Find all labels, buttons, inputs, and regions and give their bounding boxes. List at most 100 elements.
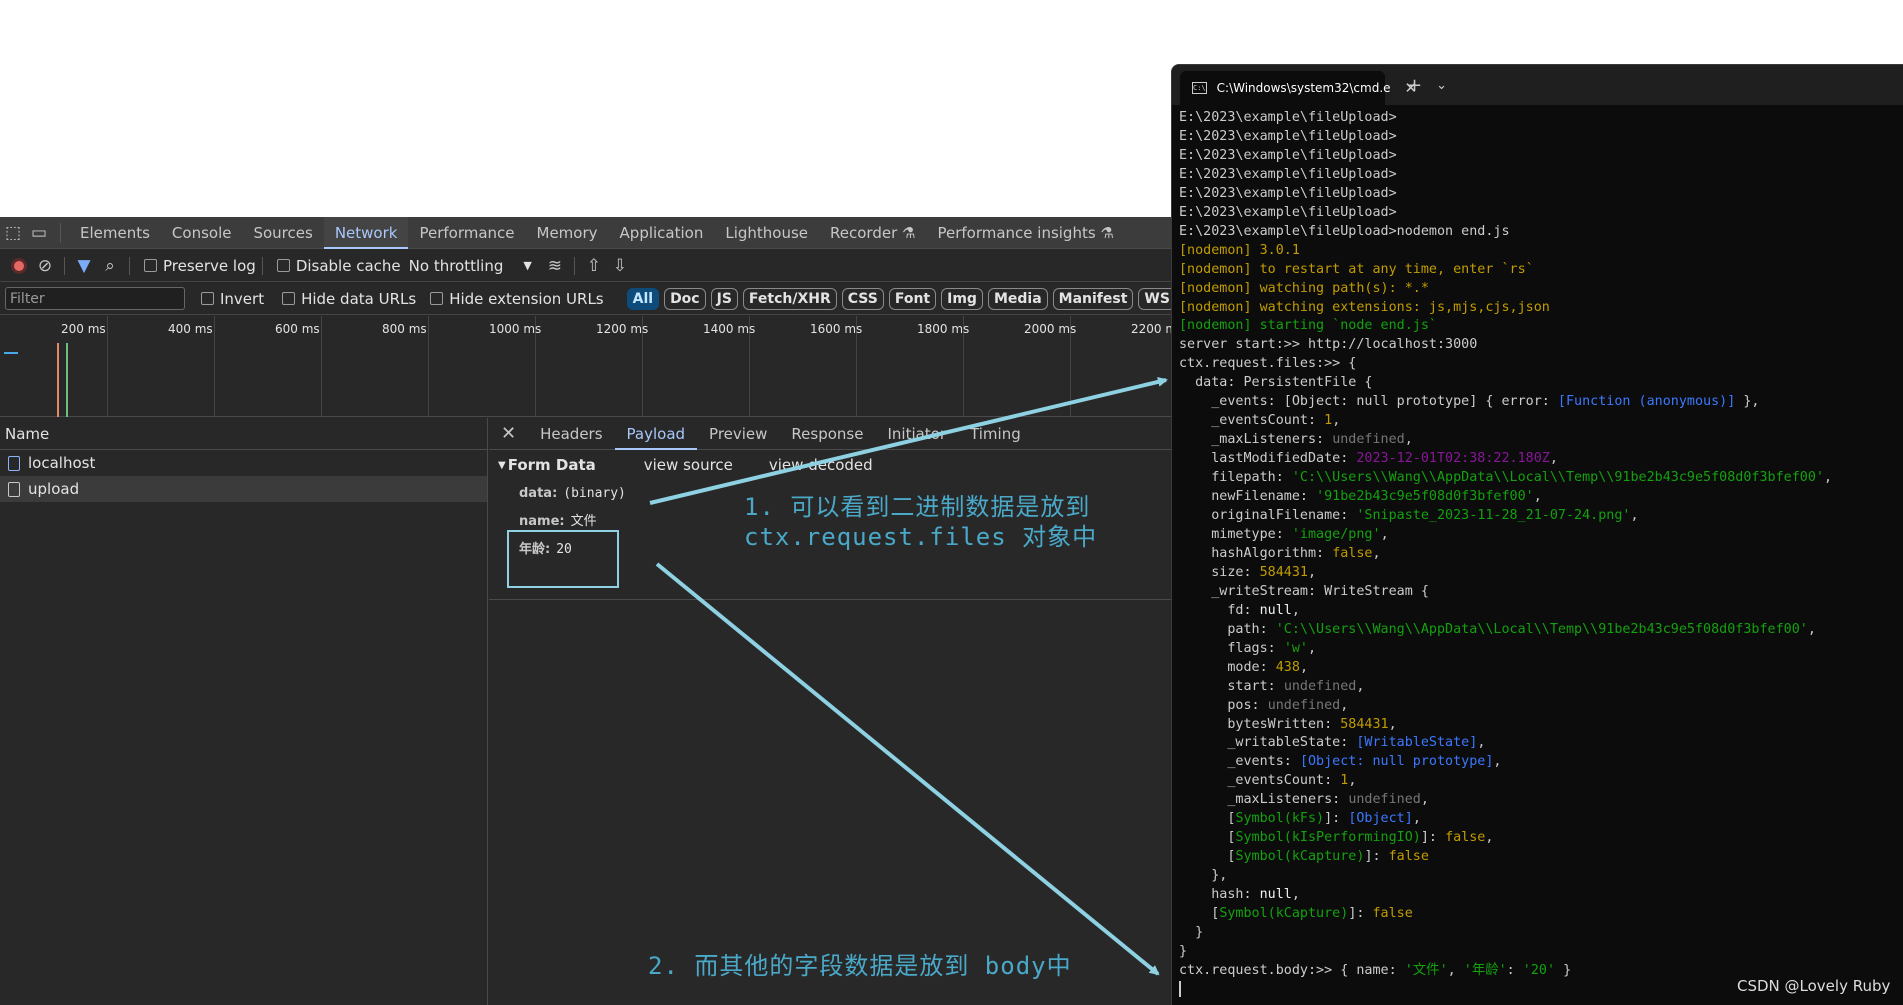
filter-chip-all[interactable]: All xyxy=(626,287,660,310)
terminal-text: hashAlgorithm: xyxy=(1179,545,1333,561)
detail-tab-headers[interactable]: Headers xyxy=(528,418,614,450)
search-icon[interactable]: ⌕ xyxy=(97,250,123,282)
hide-data-urls-checkbox[interactable]: Hide data URLs xyxy=(282,290,416,308)
terminal-line: } xyxy=(1179,924,1903,943)
terminal-text: _writableState: xyxy=(1179,735,1357,751)
tab-recorder[interactable]: Recorder ⚗ xyxy=(819,217,926,249)
terminal-text: 2023-12-01T02:38:22.180Z xyxy=(1356,451,1550,467)
request-row[interactable]: upload xyxy=(0,476,487,502)
network-filter-bar: Invert Hide data URLs Hide extension URL… xyxy=(0,283,1175,315)
terminal-text: , xyxy=(1485,830,1494,846)
filter-input[interactable] xyxy=(5,287,185,310)
terminal-output[interactable]: E:\2023\example\fileUpload> E:\2023\examp… xyxy=(1172,105,1903,1000)
filter-chip-doc[interactable]: Doc xyxy=(664,287,706,310)
terminal-line: _maxListeners: undefined, xyxy=(1179,791,1903,810)
timeline-tick-label: 1600 ms xyxy=(810,322,863,336)
tab-console[interactable]: Console xyxy=(161,217,243,249)
terminal-text: , xyxy=(1549,451,1558,467)
devtools-tabs: Elements Console Sources Network Performance… xyxy=(69,217,1125,249)
document-icon xyxy=(8,455,20,471)
record-stop-icon[interactable] xyxy=(6,250,32,282)
terminal-line: pos: undefined, xyxy=(1179,697,1903,716)
timeline-gridline xyxy=(428,316,429,417)
import-har-icon[interactable]: ⇧ xyxy=(581,250,607,282)
tab-elements[interactable]: Elements xyxy=(69,217,161,249)
invert-checkbox[interactable]: Invert xyxy=(201,290,264,308)
devtools-tab-bar: ⬚ ▭ Elements Console Sources Network Perform… xyxy=(0,217,1175,249)
terminal-text: E:\2023\example\fileUpload> xyxy=(1179,110,1397,125)
hide-extension-urls-checkbox[interactable]: Hide extension URLs xyxy=(430,290,604,308)
name-column-header[interactable]: Name xyxy=(0,418,487,450)
terminal-text: , xyxy=(1388,716,1397,732)
terminal-text: , xyxy=(1807,621,1816,637)
filter-chip-media[interactable]: Media xyxy=(987,287,1048,310)
filter-chip-fetch-xhr[interactable]: Fetch/XHR xyxy=(742,287,837,310)
view-decoded-link[interactable]: view decoded xyxy=(769,456,873,474)
request-row[interactable]: localhost xyxy=(0,450,487,476)
terminal-text: undefined xyxy=(1267,697,1341,713)
terminal-line: filepath: 'C:\\Users\\Wang\\AppData\\Loc… xyxy=(1179,469,1903,488)
payload-divider xyxy=(489,599,1175,600)
clear-icon[interactable]: ⊘ xyxy=(32,250,58,282)
terminal-text: _maxListeners: xyxy=(1179,432,1333,448)
detail-tab-timing[interactable]: Timing xyxy=(958,418,1033,450)
terminal-text: null xyxy=(1259,602,1292,618)
checkbox-icon xyxy=(282,292,296,305)
close-icon[interactable]: ✕ xyxy=(489,423,528,444)
filter-icon[interactable]: ▼ xyxy=(71,250,97,282)
filter-chip-img[interactable]: Img xyxy=(941,287,983,310)
timeline-load-marker xyxy=(57,343,59,417)
filter-chip-font[interactable]: Font xyxy=(888,287,937,310)
annotation-note: 2. 而其他的字段数据是放到 body中 xyxy=(648,952,1072,980)
export-har-icon[interactable]: ⇩ xyxy=(607,250,633,282)
filter-chip-ws[interactable]: WS xyxy=(1138,287,1175,310)
chevron-down-icon[interactable]: ⌄ xyxy=(1436,78,1447,93)
inspect-element-icon[interactable]: ⬚ xyxy=(0,217,26,249)
detail-tab-response[interactable]: Response xyxy=(779,418,875,450)
timeline-tick-label: 2200 ms xyxy=(1131,322,1175,336)
detail-tab-payload[interactable]: Payload xyxy=(614,418,698,450)
filter-chip-js[interactable]: JS xyxy=(710,287,738,310)
detail-tab-preview[interactable]: Preview xyxy=(697,418,779,450)
view-source-link[interactable]: view source xyxy=(644,456,733,474)
throttling-select[interactable]: No throttling ▼ xyxy=(409,257,532,275)
collapse-triangle-icon: ▼ xyxy=(498,459,506,471)
terminal-text: , xyxy=(1404,432,1413,448)
disable-cache-checkbox[interactable]: Disable cache xyxy=(276,257,401,275)
terminal-cursor xyxy=(1179,980,1181,997)
tab-sources[interactable]: Sources xyxy=(242,217,323,249)
new-tab-icon[interactable]: + xyxy=(1407,75,1422,96)
tab-network[interactable]: Network xyxy=(323,217,409,249)
terminal-tab[interactable]: C:\ C:\Windows\system32\cmd.e ✕ xyxy=(1180,71,1417,105)
terminal-text: 'C:\\Users\\Wang\\AppData\\Local\\Temp\\… xyxy=(1291,470,1824,486)
terminal-text: , xyxy=(1308,564,1317,580)
terminal-line: _writableState: [WritableState], xyxy=(1179,734,1903,753)
terminal-text: server start:>> http://localhost:3000 xyxy=(1179,337,1478,353)
tab-application[interactable]: Application xyxy=(609,217,715,249)
toolbar-divider xyxy=(573,256,575,275)
tab-memory[interactable]: Memory xyxy=(526,217,609,249)
form-data-header[interactable]: ▼ Form Data view source view decoded xyxy=(489,450,1175,480)
terminal-text: mimetype: xyxy=(1179,526,1292,542)
device-toolbar-icon[interactable]: ▭ xyxy=(26,217,52,249)
detail-tab-initiator[interactable]: Initiator xyxy=(875,418,958,450)
filter-chip-manifest[interactable]: Manifest xyxy=(1052,287,1134,310)
terminal-text: 'C:\\Users\\Wang\\AppData\\Local\\Temp\\… xyxy=(1275,621,1808,637)
terminal-text: null xyxy=(1259,887,1292,903)
terminal-text: 438 xyxy=(1275,659,1300,675)
preserve-log-checkbox[interactable]: Preserve log xyxy=(144,257,256,275)
tab-lighthouse[interactable]: Lighthouse xyxy=(714,217,819,249)
terminal-text: _writeStream: WriteStream { xyxy=(1179,583,1429,599)
terminal-text: '年龄' xyxy=(1463,962,1507,978)
terminal-window: C:\ C:\Windows\system32\cmd.e ✕ + ⌄ E:\2… xyxy=(1171,64,1903,1005)
terminal-text: mode: xyxy=(1179,659,1276,675)
terminal-line: [Symbol(kCapture)]: false xyxy=(1179,905,1903,924)
tab-performance-insights[interactable]: Performance insights ⚗ xyxy=(926,217,1124,249)
tab-performance[interactable]: Performance xyxy=(408,217,525,249)
tabbar-divider xyxy=(60,222,61,243)
terminal-text: lastModifiedDate: xyxy=(1179,451,1357,467)
filter-chip-css[interactable]: CSS xyxy=(841,287,884,310)
devtools-panel: ⬚ ▭ Elements Console Sources Network Perform… xyxy=(0,217,1175,1005)
network-conditions-icon[interactable]: ≋ xyxy=(542,250,568,282)
network-toolbar: ⊘ ▼ ⌕ Preserve log Disable cache No thro… xyxy=(0,250,1175,282)
